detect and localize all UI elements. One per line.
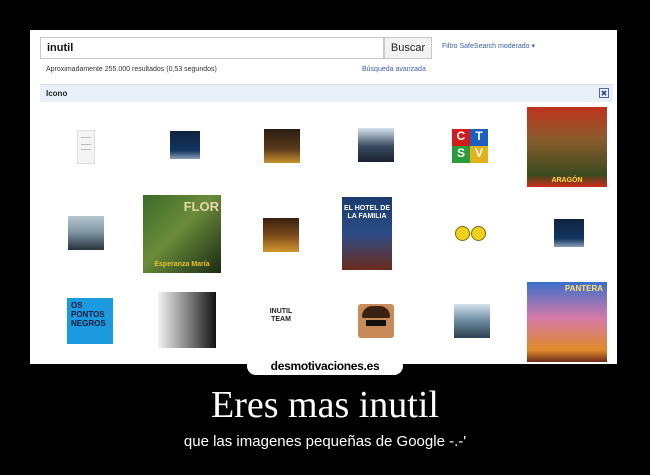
image-thumbnail-os-pontos-negros[interactable]: OS PONTOS NEGROS xyxy=(67,298,113,344)
image-thumbnail-album-pantera[interactable]: PANTERA xyxy=(527,282,607,362)
image-thumbnail-album-aragon[interactable]: ARAGÓN xyxy=(527,107,607,187)
image-thumbnail-indoor[interactable] xyxy=(264,129,300,163)
flor-caption: FLOR xyxy=(183,199,219,214)
tv-letter-t: T xyxy=(470,129,488,146)
image-thumbnail-book-hotel[interactable]: EL HOTEL DE LA FAMILIA xyxy=(342,197,392,270)
tv-letter-v: V xyxy=(470,146,488,163)
image-thumbnail-album-flor[interactable]: FLOR Esperanza María xyxy=(143,195,221,273)
image-thumbnail-group[interactable] xyxy=(358,128,394,162)
image-thumbnail-cartoon-face[interactable] xyxy=(358,304,394,338)
safesearch-filter-link[interactable]: Filtro SafeSearch moderado ▾ xyxy=(442,42,535,50)
site-watermark: desmotivaciones.es xyxy=(247,357,403,375)
image-thumbnail-tv-logo[interactable]: C T S V xyxy=(452,129,488,163)
search-input[interactable] xyxy=(40,37,384,59)
motivational-subtitle: que las imagenes pequeñas de Google -.-' xyxy=(183,433,467,450)
esperanza-caption: Esperanza María xyxy=(154,261,210,268)
poster-frame: Buscar Filtro SafeSearch moderado ▾ Apro… xyxy=(30,30,617,364)
hotel-caption: EL HOTEL DE LA FAMILIA xyxy=(343,205,391,220)
tv-letter-c: C xyxy=(452,129,470,146)
aragon-caption: ARAGÓN xyxy=(551,177,583,184)
pantera-caption: PANTERA xyxy=(564,284,603,293)
advanced-search-link[interactable]: Búsqueda avanzada xyxy=(362,66,426,73)
close-filter-icon[interactable]: ✖ xyxy=(599,88,609,98)
motivational-title: Eres mas inutil xyxy=(211,384,439,426)
search-button[interactable]: Buscar xyxy=(384,37,432,59)
os-pontos-caption: OS PONTOS NEGROS xyxy=(71,301,106,328)
image-thumbnail-night-sky-2[interactable] xyxy=(554,219,584,247)
result-stats: Aproximadamente 255.000 resultados (0,53… xyxy=(46,66,217,73)
tv-letter-s: S xyxy=(452,146,470,163)
image-thumbnail-emoticons[interactable] xyxy=(453,224,487,244)
filter-label: Icono xyxy=(46,89,68,98)
image-thumbnail-sea-people[interactable] xyxy=(454,304,490,338)
image-thumbnail-inutil-team[interactable]: INUTIL TEAM xyxy=(262,304,300,338)
image-thumbnail-night-sky[interactable] xyxy=(170,131,200,159)
image-thumbnail-dark-room[interactable] xyxy=(263,218,299,252)
filter-bar: Icono ✖ xyxy=(40,84,613,102)
image-thumbnail-bw-portrait[interactable] xyxy=(158,292,216,348)
image-thumbnail-document[interactable] xyxy=(77,130,95,164)
inutil-team-caption: INUTIL TEAM xyxy=(269,308,293,323)
image-thumbnail-seascape[interactable] xyxy=(68,216,104,250)
